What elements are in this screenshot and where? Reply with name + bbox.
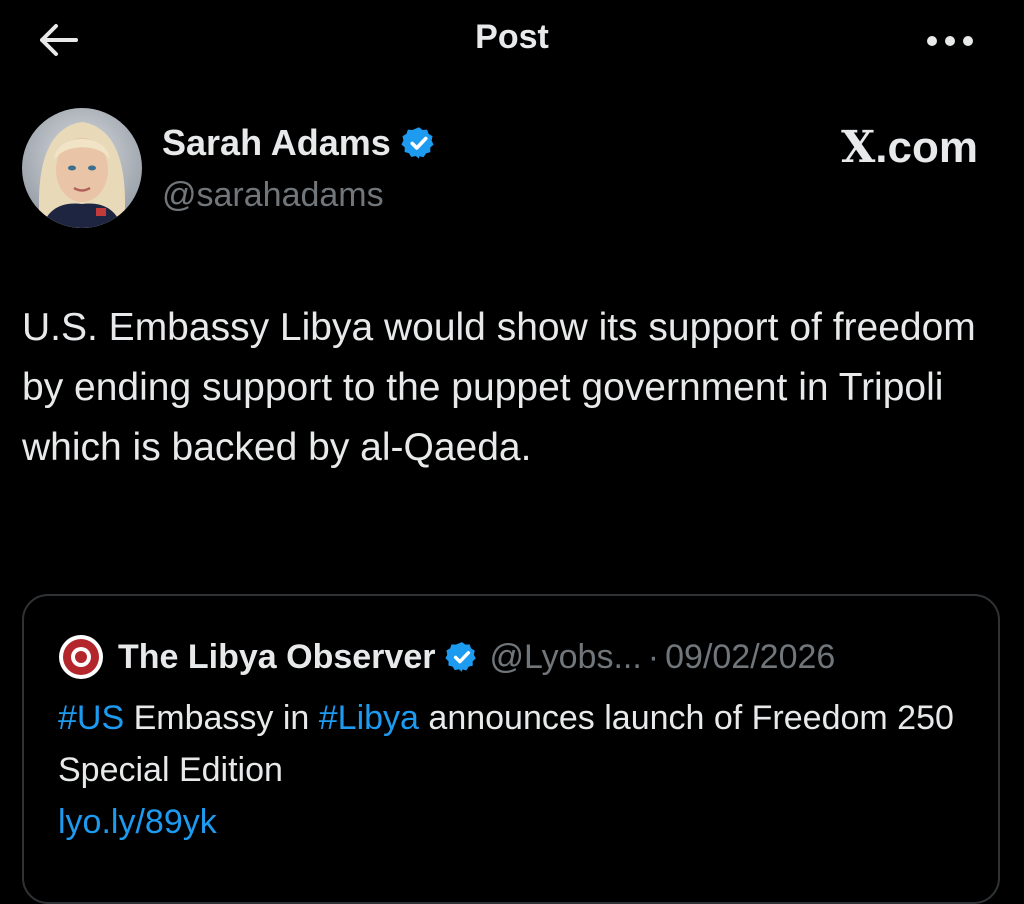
more-options-button[interactable]	[920, 28, 980, 54]
quoted-post-date: 09/02/2026	[665, 637, 836, 676]
quoted-author-handle[interactable]: @Lyobs...	[489, 638, 641, 677]
x-logo: X	[841, 122, 876, 173]
more-horizontal-icon	[927, 36, 973, 46]
post-text: U.S. Embassy Libya would show its suppor…	[22, 306, 976, 469]
source-watermark: X.com	[841, 122, 978, 173]
page-title: Post	[475, 18, 549, 56]
quoted-post-text: #US Embassy in #Libya announces launch o…	[58, 692, 978, 848]
avatar[interactable]	[22, 108, 142, 228]
quoted-text-segment: Embassy in	[124, 699, 319, 737]
separator-dot: ·	[647, 637, 660, 676]
quoted-post-header: The Libya Observer @Lyobs... · 09/02/202…	[58, 634, 835, 680]
hashtag-link[interactable]: #US	[58, 699, 124, 737]
url-link[interactable]: lyo.ly/89yk	[58, 803, 217, 841]
quoted-post-card[interactable]: The Libya Observer @Lyobs... · 09/02/202…	[22, 594, 1000, 904]
author-name[interactable]: Sarah Adams	[162, 122, 391, 164]
hashtag-link[interactable]: #Libya	[319, 699, 419, 737]
source-domain: .com	[875, 123, 978, 172]
quoted-author-avatar[interactable]	[58, 634, 104, 680]
author-handle[interactable]: @sarahadams	[162, 176, 384, 215]
verified-badge-icon	[401, 127, 434, 159]
verified-badge-icon	[445, 642, 477, 672]
author-name-row[interactable]: Sarah Adams	[162, 122, 437, 164]
profile-photo	[22, 108, 142, 228]
top-bar: Post	[0, 0, 1024, 84]
quoted-author-name[interactable]: The Libya Observer	[118, 638, 435, 677]
